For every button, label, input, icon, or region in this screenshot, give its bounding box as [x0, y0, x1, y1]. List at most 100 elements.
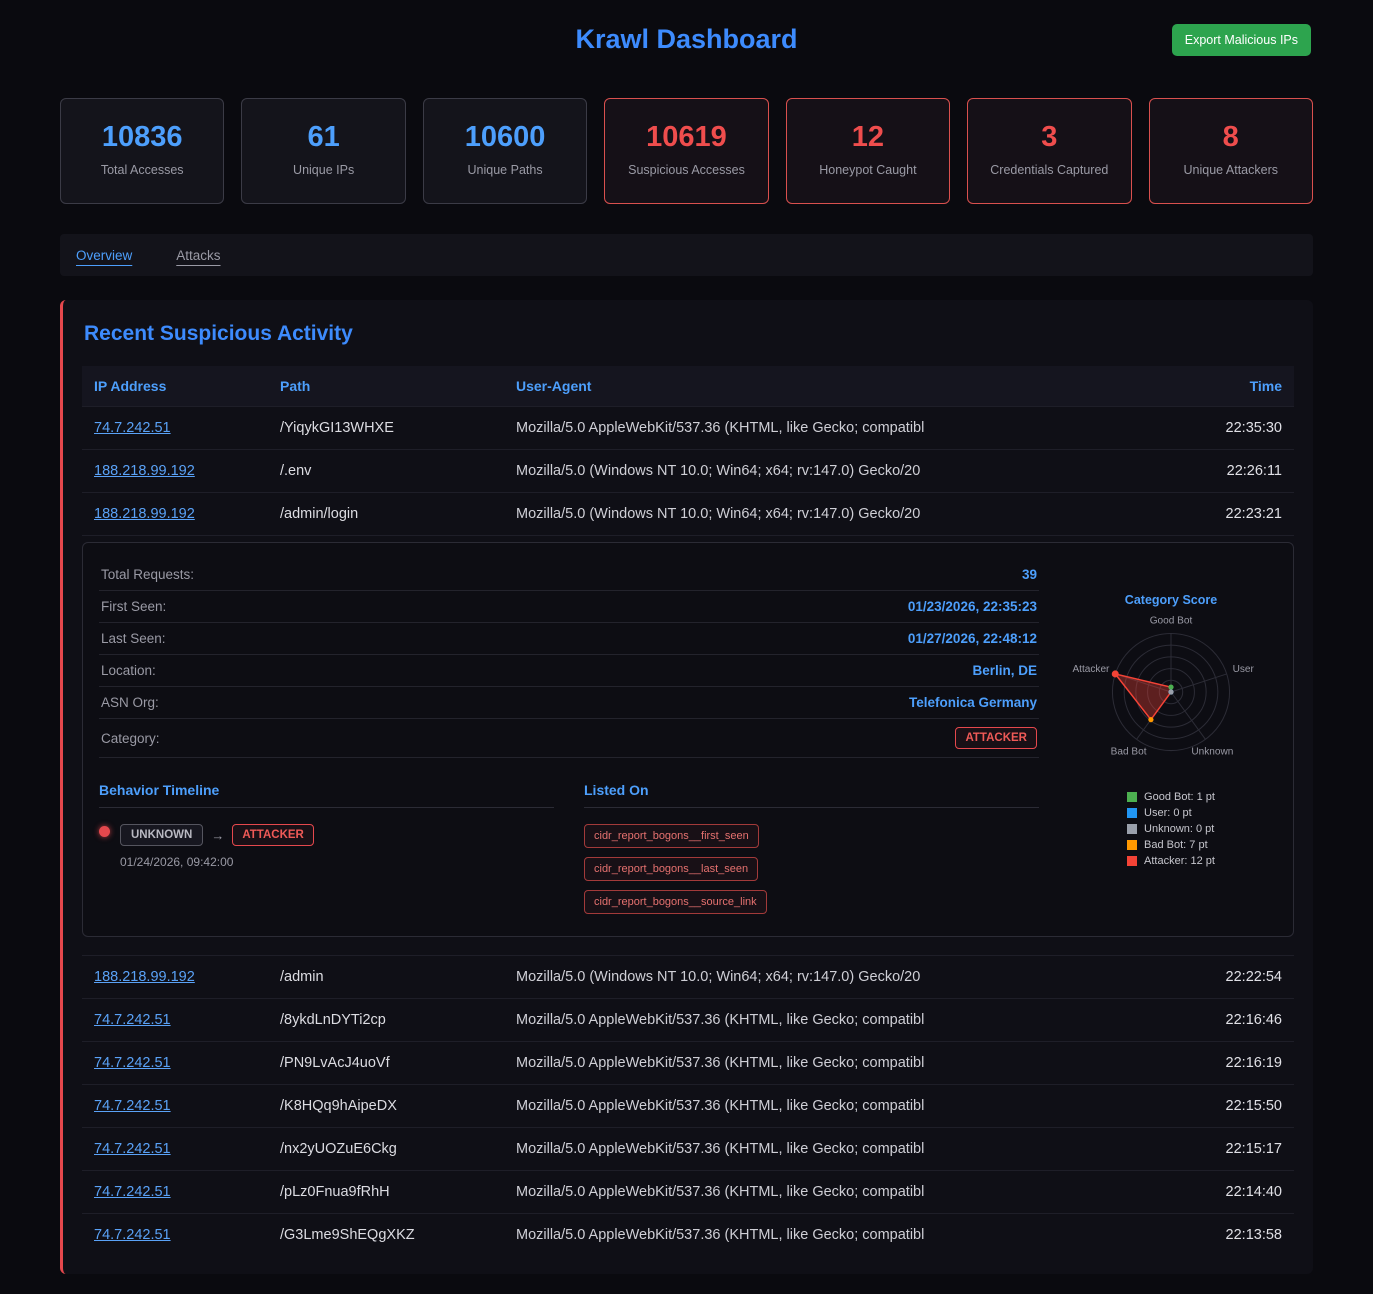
table-row[interactable]: 74.7.242.51 /pLz0Fnua9fRhH Mozilla/5.0 A…	[82, 1171, 1294, 1214]
table-row[interactable]: 74.7.242.51 /8ykdLnDYTi2cp Mozilla/5.0 A…	[82, 999, 1294, 1042]
stat-label: Honeypot Caught	[793, 163, 943, 177]
user-agent-cell: Mozilla/5.0 AppleWebKit/537.36 (KHTML, l…	[504, 1171, 1174, 1214]
table-row[interactable]: 74.7.242.51 /K8HQq9hAipeDX Mozilla/5.0 A…	[82, 1085, 1294, 1128]
ip-link[interactable]: 74.7.242.51	[94, 1055, 171, 1071]
path-cell: /nx2yUOZuE6Ckg	[268, 1128, 504, 1171]
field-value: Telefonica Germany	[909, 695, 1037, 710]
user-agent-cell: Mozilla/5.0 AppleWebKit/537.36 (KHTML, l…	[504, 1042, 1174, 1085]
legend-label: Attacker: 12 pt	[1144, 855, 1215, 867]
field-label: Category:	[101, 731, 160, 746]
table-row[interactable]: 188.218.99.192 /admin Mozilla/5.0 (Windo…	[82, 956, 1294, 999]
stat-value: 61	[248, 121, 398, 154]
stat-label: Credentials Captured	[974, 163, 1124, 177]
user-agent-cell: Mozilla/5.0 (Windows NT 10.0; Win64; x64…	[504, 450, 1174, 493]
panel-title: Recent Suspicious Activity	[84, 322, 1294, 346]
ip-link[interactable]: 74.7.242.51	[94, 1141, 171, 1157]
user-agent-cell: Mozilla/5.0 AppleWebKit/537.36 (KHTML, l…	[504, 999, 1174, 1042]
ip-link[interactable]: 74.7.242.51	[94, 420, 171, 436]
radar-point	[1112, 670, 1119, 677]
field-first-seen: First Seen: 01/23/2026, 22:35:23	[99, 591, 1039, 623]
legend-label: Bad Bot: 7 pt	[1144, 839, 1208, 851]
user-agent-cell: Mozilla/5.0 AppleWebKit/537.36 (KHTML, l…	[504, 1085, 1174, 1128]
path-cell: /8ykdLnDYTi2cp	[268, 999, 504, 1042]
stat-label: Unique Attackers	[1156, 163, 1306, 177]
legend-swatch	[1127, 824, 1137, 834]
timeline-dot-icon	[99, 826, 110, 837]
stat-value: 3	[974, 121, 1124, 154]
stat-card-honeypot-caught: 12 Honeypot Caught	[786, 98, 950, 204]
legend-item: Bad Bot: 7 pt	[1127, 839, 1215, 851]
time-cell: 22:26:11	[1174, 450, 1294, 493]
listed-on-title: Listed On	[584, 782, 1039, 808]
header: Krawl Dashboard Export Malicious IPs	[60, 0, 1313, 72]
timeline-entry: UNKNOWN → ATTACKER 01/24/2026, 09:42:00	[99, 824, 554, 869]
header-path: Path	[268, 366, 504, 407]
field-category: Category: ATTACKER	[99, 719, 1039, 758]
table-row[interactable]: 74.7.242.51 /PN9LvAcJ4uoVf Mozilla/5.0 A…	[82, 1042, 1294, 1085]
ip-link[interactable]: 74.7.242.51	[94, 1012, 171, 1028]
table-row[interactable]: 188.218.99.192 /admin/login Mozilla/5.0 …	[82, 493, 1294, 536]
legend-swatch	[1127, 808, 1137, 818]
chart-legend: Good Bot: 1 ptUser: 0 ptUnknown: 0 ptBad…	[1127, 787, 1215, 871]
user-agent-cell: Mozilla/5.0 AppleWebKit/537.36 (KHTML, l…	[504, 407, 1174, 450]
field-value: 39	[1022, 567, 1037, 582]
axis-label-user: User	[1233, 664, 1255, 675]
stat-label: Total Accesses	[67, 163, 217, 177]
ip-link[interactable]: 74.7.242.51	[94, 1184, 171, 1200]
time-cell: 22:16:19	[1174, 1042, 1294, 1085]
axis-label-good-bot: Good Bot	[1150, 615, 1193, 626]
stats-row: 10836 Total Accesses 61 Unique IPs 10600…	[60, 98, 1313, 204]
blocklist-badge: cidr_report_bogons__source_link	[584, 890, 767, 914]
dashboard: Krawl Dashboard Export Malicious IPs 108…	[0, 0, 1373, 1294]
radar-point	[1148, 717, 1153, 722]
path-cell: /pLz0Fnua9fRhH	[268, 1171, 504, 1214]
field-value: 01/23/2026, 22:35:23	[908, 599, 1037, 614]
ip-link[interactable]: 188.218.99.192	[94, 463, 195, 479]
ip-link[interactable]: 74.7.242.51	[94, 1098, 171, 1114]
stat-label: Unique IPs	[248, 163, 398, 177]
stat-value: 12	[793, 121, 943, 154]
tab-attacks[interactable]: Attacks	[176, 248, 220, 263]
table-row[interactable]: 74.7.242.51 /YiqykGI13WHXE Mozilla/5.0 A…	[82, 407, 1294, 450]
field-label: Total Requests:	[101, 567, 194, 582]
tab-overview[interactable]: Overview	[76, 248, 132, 263]
time-cell: 22:14:40	[1174, 1171, 1294, 1214]
table-row[interactable]: 74.7.242.51 /G3Lme9ShEQgXKZ Mozilla/5.0 …	[82, 1214, 1294, 1257]
blocklist-badge: cidr_report_bogons__first_seen	[584, 824, 759, 848]
behavior-timeline-section: Behavior Timeline UNKNOWN → AT	[99, 782, 554, 914]
listed-on-section: Listed On cidr_report_bogons__first_seen…	[584, 782, 1039, 914]
legend-swatch	[1127, 792, 1137, 802]
header-ip-address: IP Address	[82, 366, 268, 407]
table-row[interactable]: 74.7.242.51 /nx2yUOZuE6Ckg Mozilla/5.0 A…	[82, 1128, 1294, 1171]
ip-link[interactable]: 188.218.99.192	[94, 506, 195, 522]
table-row[interactable]: 188.218.99.192 /.env Mozilla/5.0 (Window…	[82, 450, 1294, 493]
path-cell: /YiqykGI13WHXE	[268, 407, 504, 450]
time-cell: 22:15:17	[1174, 1128, 1294, 1171]
ip-detail-info: Total Requests: 39 First Seen: 01/23/202…	[99, 559, 1039, 914]
export-malicious-ips-button[interactable]: Export Malicious IPs	[1172, 24, 1311, 56]
legend-swatch	[1127, 856, 1137, 866]
ip-link[interactable]: 188.218.99.192	[94, 969, 195, 985]
user-agent-cell: Mozilla/5.0 AppleWebKit/537.36 (KHTML, l…	[504, 1128, 1174, 1171]
field-total-requests: Total Requests: 39	[99, 559, 1039, 591]
field-last-seen: Last Seen: 01/27/2026, 22:48:12	[99, 623, 1039, 655]
radar-point	[1168, 689, 1173, 694]
time-cell: 22:15:50	[1174, 1085, 1294, 1128]
stat-card-unique-attackers: 8 Unique Attackers	[1149, 98, 1313, 204]
timeline-from-badge: UNKNOWN	[120, 824, 203, 846]
user-agent-cell: Mozilla/5.0 (Windows NT 10.0; Win64; x64…	[504, 956, 1174, 999]
suspicious-activity-table: IP Address Path User-Agent Time 74.7.242…	[82, 366, 1294, 1256]
field-value: Berlin, DE	[972, 663, 1037, 678]
ip-link[interactable]: 74.7.242.51	[94, 1227, 171, 1243]
legend-label: Unknown: 0 pt	[1144, 823, 1214, 835]
field-label: ASN Org:	[101, 695, 159, 710]
recent-suspicious-activity-panel: Recent Suspicious Activity IP Address Pa…	[60, 300, 1313, 1274]
stat-card-suspicious-accesses: 10619 Suspicious Accesses	[604, 98, 768, 204]
field-location: Location: Berlin, DE	[99, 655, 1039, 687]
axis-label-attacker: Attacker	[1072, 664, 1110, 675]
legend-swatch	[1127, 840, 1137, 850]
stat-value: 8	[1156, 121, 1306, 154]
timeline-to-badge: ATTACKER	[232, 824, 314, 846]
legend-label: Good Bot: 1 pt	[1144, 791, 1215, 803]
stat-label: Suspicious Accesses	[611, 163, 761, 177]
